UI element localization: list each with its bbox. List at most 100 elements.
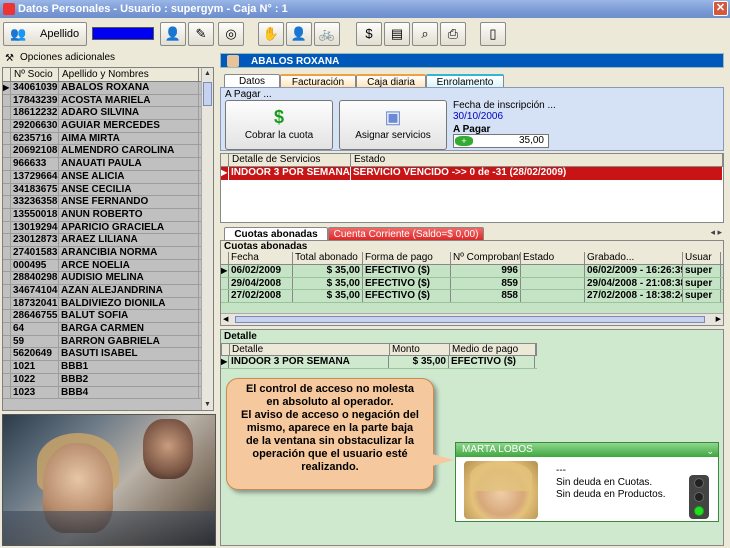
member-nombre: ARANCIBIA NORMA <box>59 246 199 259</box>
cuota-forma: EFECTIVO ($) <box>363 265 451 277</box>
member-row[interactable]: ▶ 34061039 ABALOS ROXANA <box>3 82 213 95</box>
opciones-adicionales[interactable]: ⚒ Opciones adicionales <box>2 51 216 65</box>
members-grid[interactable]: Nº Socio Apellido y Nombres ▶ 34061039 ABA… <box>2 67 214 411</box>
member-row[interactable]: 18612232 ADARO SILVINA <box>3 107 213 121</box>
hand-button[interactable]: ✋ <box>258 22 284 46</box>
header-estado[interactable]: Estado <box>521 252 585 264</box>
servicio-row[interactable]: ▶ INDOOR 3 POR SEMANA SERVICIO VENCIDO -… <box>221 167 723 180</box>
cuota-fecha: 29/04/2008 <box>229 277 293 289</box>
edit-button[interactable]: ✎ <box>188 22 214 46</box>
header-grabado[interactable]: Grabado... <box>585 252 683 264</box>
member-row[interactable]: 28840298 AUDISIO MELINA <box>3 272 213 285</box>
phone-button[interactable]: ▯ <box>480 22 506 46</box>
header-detalle-servicios[interactable]: Detalle de Servicios <box>229 154 351 166</box>
detalle-grid[interactable]: Detalle Monto Medio de pago ▶ INDOOR 3 P… <box>221 343 537 369</box>
search-input[interactable] <box>92 27 154 40</box>
printer-button[interactable]: ⎙ <box>440 22 466 46</box>
money-button[interactable]: $ <box>356 22 382 46</box>
tab-facturacion[interactable]: Facturación <box>280 74 356 88</box>
scroll-down-icon[interactable]: ▼ <box>202 399 213 410</box>
a-pagar-amount[interactable]: + 35,00 <box>453 134 549 148</box>
servicios-header: Detalle de Servicios Estado <box>221 154 723 167</box>
asignar-label: Asignar servicios <box>355 130 431 141</box>
member-row[interactable]: 29206630 AGUIAR MERCEDES <box>3 120 213 133</box>
cuota-row[interactable]: 27/02/2008 $ 35,00 EFECTIVO ($) 858 27/02/20… <box>221 290 723 303</box>
member-row[interactable]: 17843239 ACOSTA MARIELA <box>3 94 213 108</box>
detalle-row[interactable]: ▶ INDOOR 3 POR SEMANA $ 35,00 EFECTIVO (… <box>221 356 537 369</box>
header-forma-pago[interactable]: Forma de pago <box>363 252 451 264</box>
plus-icon[interactable]: + <box>455 136 473 146</box>
header-socio[interactable]: Nº Socio <box>11 68 59 81</box>
tab-caja-diaria[interactable]: Caja diaria <box>356 74 426 88</box>
header-fecha[interactable]: Fecha <box>229 252 293 264</box>
header-monto[interactable]: Monto <box>390 344 450 355</box>
member-socio: 29206630 <box>13 120 59 132</box>
chevron-down-icon[interactable]: ⌄ <box>706 444 714 458</box>
cuotas-header: Fecha Total abonado Forma de pago Nº Com… <box>221 252 723 265</box>
tab-cuotas-abonadas[interactable]: Cuotas abonadas <box>224 227 328 241</box>
servicios-grid[interactable]: Detalle de Servicios Estado ▶ INDOOR 3 P… <box>220 153 724 223</box>
member-nombre: BASUTI ISABEL <box>59 348 199 361</box>
member-row[interactable]: 13729664 ANSE ALICIA <box>3 170 213 184</box>
header-usuario[interactable]: Usuar <box>683 252 721 264</box>
member-row[interactable]: 28646755 BALUT SOFIA <box>3 310 213 324</box>
member-row[interactable]: 34183675 ANSE CECILIA <box>3 183 213 197</box>
member-row[interactable]: 27401583 ARANCIBIA NORMA <box>3 246 213 260</box>
member-row[interactable]: 966633 ANAUATI PAULA <box>3 158 213 171</box>
member-nombre: ABALOS ROXANA <box>59 82 199 94</box>
member-row[interactable]: 13019294 APARICIO GRACIELA <box>3 221 213 235</box>
members-scrollbar[interactable]: ▲ ▼ <box>201 68 213 410</box>
member-row[interactable]: 23012873 ARAEZ LILIANA <box>3 234 213 247</box>
person-button[interactable]: 👤 <box>160 22 186 46</box>
member-row[interactable]: 1022 BBB2 <box>3 373 213 387</box>
member-row[interactable]: 33236358 ANSE FERNANDO <box>3 196 213 209</box>
apellido-button[interactable]: 👥 Apellido <box>3 22 87 46</box>
member-row[interactable]: 5620649 BASUTI ISABEL <box>3 348 213 362</box>
cuota-row[interactable]: 29/04/2008 $ 35,00 EFECTIVO ($) 859 29/04/20… <box>221 277 723 290</box>
member-row[interactable]: 20692108 ALMENDRO CAROLINA <box>3 145 213 159</box>
scroll-up-icon[interactable]: ▲ <box>202 68 213 79</box>
a-pagar-pane: A Pagar ... $ Cobrar la cuota ▣ Asignar … <box>220 87 724 151</box>
bicycle-button[interactable]: 🚲 <box>314 22 340 46</box>
header-detalle[interactable]: Detalle <box>230 344 390 355</box>
member-socio: 18732041 <box>13 297 59 310</box>
header-comprobante[interactable]: Nº Comprobante <box>451 252 521 264</box>
cobrar-cuota-button[interactable]: $ Cobrar la cuota <box>225 100 333 150</box>
scroll-left-icon[interactable]: ◀ <box>223 315 228 323</box>
member-row[interactable]: 1021 BBB1 <box>3 361 213 374</box>
user-edit-button[interactable]: 👤 <box>286 22 312 46</box>
notes-button[interactable]: ▤ <box>384 22 410 46</box>
member-row[interactable]: 1023 BBB4 <box>3 386 213 400</box>
header-estado[interactable]: Estado <box>351 154 723 166</box>
member-row[interactable]: 18732041 BALDIVIEZO DIONILA <box>3 297 213 311</box>
cuotas-grid[interactable]: Fecha Total abonado Forma de pago Nº Com… <box>221 252 723 314</box>
tab-enrolamento[interactable]: Enrolamento <box>426 74 504 88</box>
header-total[interactable]: Total abonado <box>293 252 363 264</box>
asignar-servicios-button[interactable]: ▣ Asignar servicios <box>339 100 447 150</box>
member-socio: 59 <box>11 335 59 348</box>
row-indicator <box>3 361 11 373</box>
scroll-thumb[interactable] <box>203 82 212 106</box>
light-green <box>694 506 704 516</box>
hscroll-thumb[interactable] <box>235 316 705 323</box>
target-button[interactable]: ◎ <box>218 22 244 46</box>
tab-cuenta-corriente[interactable]: Cuenta Corriente (Saldo=$ 0,00) <box>328 227 484 241</box>
cuotas-hscroll[interactable]: ◀ ▶ <box>221 313 723 325</box>
member-row[interactable]: 000495 ARCE NOELIA <box>3 259 213 273</box>
scroll-right-icon[interactable]: ▶ <box>716 315 721 323</box>
phone-icon: ▯ <box>489 26 497 41</box>
cuota-row[interactable]: ▶ 06/02/2009 $ 35,00 EFECTIVO ($) 996 06/02/2… <box>221 265 723 278</box>
row-indicator <box>3 145 11 158</box>
binoculars-button[interactable]: ⌕ <box>412 22 438 46</box>
member-row[interactable]: 59 BARRON GABRIELA <box>3 335 213 349</box>
member-row[interactable]: 6235716 AIMA MIRTA <box>3 132 213 146</box>
member-row[interactable]: 64 BARGA CARMEN <box>3 323 213 336</box>
header-nombre[interactable]: Apellido y Nombres <box>59 68 199 81</box>
member-row[interactable]: 13550018 ANUN ROBERTO <box>3 208 213 222</box>
member-nombre: BBB2 <box>59 373 199 386</box>
tab-nav-arrows[interactable]: ◂ ▸ <box>710 227 722 238</box>
tab-datos[interactable]: Datos <box>224 74 280 88</box>
close-button[interactable]: ✕ <box>713 1 728 16</box>
header-medio-pago[interactable]: Medio de pago <box>450 344 536 355</box>
member-row[interactable]: 34674104 AZAN ALEJANDRINA <box>3 285 213 298</box>
